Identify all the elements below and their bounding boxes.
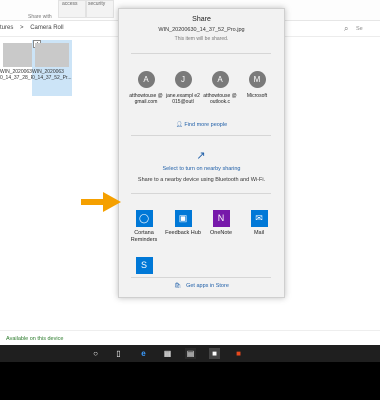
share-dialog: Share WIN_20200630_14_37_52_Pro.jpg This… xyxy=(118,8,285,298)
orange-pointer-arrow xyxy=(81,192,121,212)
feedback-hub-icon: ▣ xyxy=(174,210,192,227)
breadcrumb-item[interactable]: Camera Roll xyxy=(30,25,63,31)
search-icon[interactable]: ⌕ xyxy=(344,24,354,34)
contact-name: atthowtouse @outlook.c xyxy=(203,93,237,105)
mail-icon: ✉ xyxy=(250,210,268,227)
divider xyxy=(131,135,271,136)
app-onenote[interactable]: N OneNote xyxy=(203,210,239,237)
phone-icon[interactable]: ▤ xyxy=(185,348,196,359)
onenote-icon: N xyxy=(212,210,230,227)
app-mail[interactable]: ✉ Mail xyxy=(241,210,277,237)
skype-icon: S xyxy=(135,257,153,274)
nearby-sharing-icon[interactable]: ↗ xyxy=(194,149,208,162)
share-title: Share xyxy=(192,16,211,23)
file-name: WIN_2020063 0_14_37_52_Pr... xyxy=(32,69,72,81)
contact-item[interactable]: J jane.exampl e2015@outl xyxy=(165,71,201,105)
divider xyxy=(131,53,271,54)
office-icon[interactable]: ■ xyxy=(233,348,244,359)
task-view-icon[interactable]: ▯ xyxy=(113,348,124,359)
avatar: J xyxy=(174,71,192,88)
contact-name: atthowtouse @gmail.com xyxy=(129,93,163,105)
avatar: A xyxy=(137,71,155,88)
app-skype[interactable]: S xyxy=(126,257,162,274)
file-thumbnail-selected[interactable]: ✓ WIN_2020063 0_14_37_52_Pr... xyxy=(32,40,72,96)
avatar: A xyxy=(211,71,229,88)
contact-item[interactable]: A atthowtouse @gmail.com xyxy=(128,71,164,105)
cortana-icon: ◯ xyxy=(135,210,153,227)
status-bar: Available on this device xyxy=(0,330,380,346)
app-name: OneNote xyxy=(209,230,232,236)
app-name: Mail xyxy=(253,230,265,236)
photo-thumbnail xyxy=(35,43,69,67)
shared-file-name: WIN_20200630_14_37_52_Pro.jpg xyxy=(158,27,245,33)
avatar: M xyxy=(248,71,266,88)
search-input[interactable]: Se xyxy=(356,26,363,32)
share-note: This item will be shared. xyxy=(174,36,229,42)
edge-icon[interactable]: e xyxy=(138,348,149,359)
store-link-label: Get apps in Store xyxy=(186,283,229,289)
find-more-people-link[interactable]: 👤︎ Find more people xyxy=(119,122,284,128)
black-bar xyxy=(0,362,380,400)
cortana-circle-icon[interactable]: ○ xyxy=(90,348,101,359)
divider xyxy=(131,193,271,194)
app-cortana-reminders[interactable]: ◯ Cortana Reminders xyxy=(126,210,162,244)
app-icon[interactable]: ■ xyxy=(209,348,220,359)
arrow-shaft xyxy=(81,199,105,205)
app-name: Cortana Reminders xyxy=(130,230,158,243)
availability-status: Available on this device xyxy=(6,336,64,342)
breadcrumb-separator: > xyxy=(20,25,24,31)
app-name: Feedback Hub xyxy=(165,230,201,236)
nearby-sharing-toggle[interactable]: Select to turn on nearby sharing xyxy=(119,166,284,172)
contact-item[interactable]: A atthowtouse @outlook.c xyxy=(202,71,238,105)
store-icon[interactable]: ▦ xyxy=(162,348,173,359)
app-feedback-hub[interactable]: ▣ Feedback Hub xyxy=(165,210,201,237)
advanced-security-label: security xyxy=(88,1,106,7)
breadcrumb: tures > Camera Roll xyxy=(0,25,69,31)
share-with-group-label: Share with xyxy=(28,14,52,20)
taskbar: ○ ▯ e ▦ ▤ ■ ■ xyxy=(0,345,380,362)
breadcrumb-item[interactable]: tures xyxy=(0,25,13,31)
arrow-head xyxy=(103,192,121,212)
contact-item[interactable]: M Microsoft xyxy=(239,71,275,99)
divider xyxy=(131,277,271,278)
get-apps-in-store-link[interactable]: 🛍︎ Get apps in Store xyxy=(119,283,284,289)
contact-name: Microsoft xyxy=(246,93,268,99)
find-more-label: Find more people xyxy=(184,122,228,128)
nearby-sharing-description: Share to a nearby device using Bluetooth… xyxy=(137,177,266,183)
contact-name: jane.exampl e2015@outl xyxy=(166,93,200,105)
quick-access-label: access xyxy=(62,1,78,7)
store-bag-icon: 🛍︎ xyxy=(174,283,182,289)
